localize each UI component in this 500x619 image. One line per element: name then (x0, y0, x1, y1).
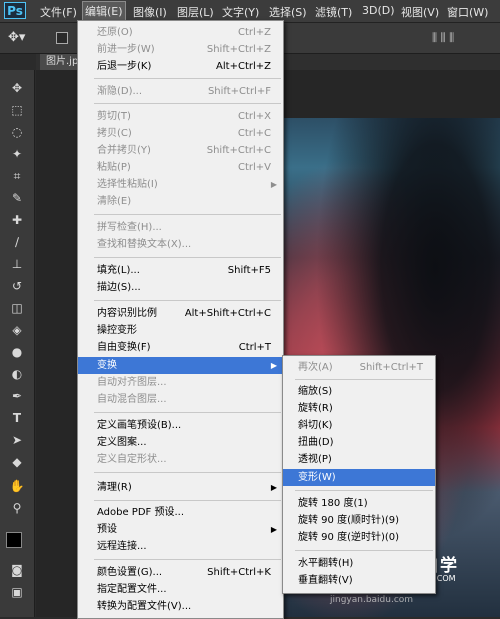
submenu-item-rotate-180[interactable]: 旋转 180 度(1) (283, 495, 435, 512)
submenu-item-flip-horizontal[interactable]: 水平翻转(H) (283, 555, 435, 572)
menu-3d[interactable]: 3D(D) (360, 3, 397, 18)
menu-separator (94, 500, 281, 501)
menu-item-cut[interactable]: 剪切(T) Ctrl+X (78, 108, 283, 125)
eraser-icon[interactable]: ◫ (8, 300, 26, 316)
menu-image[interactable]: 图像(I) (131, 3, 169, 21)
menu-file[interactable]: 文件(F) (38, 3, 79, 21)
submenu-item-distort[interactable]: 扭曲(D) (283, 434, 435, 451)
menu-item-content-aware-scale[interactable]: 内容识别比例 Alt+Shift+Ctrl+C (78, 305, 283, 322)
menu-item-fade[interactable]: 渐隐(D)... Shift+Ctrl+F (78, 83, 283, 100)
zoom-icon[interactable]: ⚲ (8, 500, 26, 516)
menu-item-free-transform[interactable]: 自由变换(F) Ctrl+T (78, 339, 283, 356)
menu-item-paste-special[interactable]: 选择性粘贴(I) ▶ (78, 176, 283, 193)
healing-brush-icon[interactable]: ✚ (8, 212, 26, 228)
lasso-icon[interactable]: ◌ (8, 124, 26, 140)
submenu-arrow-icon: ▶ (270, 525, 277, 534)
menu-window[interactable]: 窗口(W) (445, 3, 490, 21)
menu-layer[interactable]: 图层(L) (175, 3, 216, 21)
type-icon[interactable]: T (8, 410, 26, 426)
menu-separator (295, 379, 433, 380)
submenu-arrow-icon: ▶ (270, 483, 277, 492)
menu-item-transform[interactable]: 变换 ▶ (78, 357, 283, 374)
menu-item-step-backward[interactable]: 后退一步(K) Alt+Ctrl+Z (78, 58, 283, 75)
menu-item-color-settings[interactable]: 颜色设置(G)... Shift+Ctrl+K (78, 564, 283, 581)
submenu-item-rotate-90-cw[interactable]: 旋转 90 度(顺时针)(9) (283, 512, 435, 529)
menu-separator (295, 490, 433, 491)
menu-item-step-forward[interactable]: 前进一步(W) Shift+Ctrl+Z (78, 41, 283, 58)
marquee-icon[interactable]: ⬚ (8, 102, 26, 118)
menu-item-auto-blend-layers[interactable]: 自动混合图层... (78, 391, 283, 408)
toolbox: ✥ ⬚ ◌ ✦ ⌗ ✎ ✚ ∕ ⊥ ↺ ◫ ◈ ● ◐ ✒ T ➤ ◆ ✋ ⚲ … (0, 70, 35, 617)
menu-separator (94, 472, 281, 473)
menu-item-undo[interactable]: 还原(O) Ctrl+Z (78, 24, 283, 41)
menu-separator (94, 559, 281, 560)
align-icons[interactable]: ⫼ ⫼ ⫼ (432, 31, 454, 45)
menu-separator (295, 550, 433, 551)
menu-type[interactable]: 文字(Y) (220, 3, 261, 21)
blur-icon[interactable]: ● (8, 344, 26, 360)
menu-view[interactable]: 视图(V) (399, 3, 441, 21)
menu-item-remote-connections[interactable]: 远程连接... (78, 538, 283, 555)
menu-separator (94, 103, 281, 104)
menu-separator (94, 257, 281, 258)
menu-item-stroke[interactable]: 描边(S)... (78, 279, 283, 296)
dodge-icon[interactable]: ◐ (8, 366, 26, 382)
submenu-item-again[interactable]: 再次(A) Shift+Ctrl+T (283, 359, 435, 376)
screen-mode-icon[interactable]: ▣ (8, 584, 26, 600)
watermark-url-baidu: jingyan.baidu.com (330, 595, 414, 605)
auto-select-checkbox[interactable] (56, 32, 68, 44)
photoshop-logo: Ps (4, 2, 26, 19)
menu-separator (94, 78, 281, 79)
submenu-item-warp[interactable]: 变形(W) (283, 469, 435, 486)
submenu-item-flip-vertical[interactable]: 垂直翻转(V) (283, 572, 435, 589)
menu-item-purge[interactable]: 清理(R) ▶ (78, 479, 283, 496)
menu-item-copy[interactable]: 拷贝(C) Ctrl+C (78, 125, 283, 142)
submenu-item-perspective[interactable]: 透视(P) (283, 451, 435, 468)
menu-select[interactable]: 选择(S) (267, 3, 309, 21)
brush-icon[interactable]: ∕ (8, 234, 26, 250)
menu-item-clear[interactable]: 清除(E) (78, 193, 283, 210)
menu-item-copy-merged[interactable]: 合并拷贝(Y) Shift+Ctrl+C (78, 142, 283, 159)
submenu-item-rotate-90-ccw[interactable]: 旋转 90 度(逆时针)(0) (283, 529, 435, 546)
menu-item-adobe-pdf-presets[interactable]: Adobe PDF 预设... (78, 504, 283, 521)
menu-separator (94, 412, 281, 413)
hand-icon[interactable]: ✋ (8, 478, 26, 494)
menu-item-auto-align-layers[interactable]: 自动对齐图层... (78, 374, 283, 391)
history-brush-icon[interactable]: ↺ (8, 278, 26, 294)
eyedropper-icon[interactable]: ✎ (8, 190, 26, 206)
path-selection-icon[interactable]: ➤ (8, 432, 26, 448)
move-tool-preset-icon[interactable]: ✥▾ (8, 30, 25, 45)
clone-stamp-icon[interactable]: ⊥ (8, 256, 26, 272)
menu-separator (94, 300, 281, 301)
submenu-arrow-icon: ▶ (270, 180, 277, 189)
submenu-item-scale[interactable]: 缩放(S) (283, 383, 435, 400)
menu-item-define-pattern[interactable]: 定义图案... (78, 434, 283, 451)
edit-menu-dropdown: 还原(O) Ctrl+Z 前进一步(W) Shift+Ctrl+Z 后退一步(K) A… (77, 20, 284, 619)
submenu-item-rotate[interactable]: 旋转(R) (283, 400, 435, 417)
menu-item-paste[interactable]: 粘贴(P) Ctrl+V (78, 159, 283, 176)
menu-item-define-custom-shape[interactable]: 定义自定形状... (78, 451, 283, 468)
menu-item-check-spelling[interactable]: 拼写检查(H)... (78, 219, 283, 236)
menu-item-define-brush[interactable]: 定义画笔预设(B)... (78, 417, 283, 434)
paint-bucket-icon[interactable]: ◈ (8, 322, 26, 338)
menu-item-convert-to-profile[interactable]: 转换为配置文件(V)... (78, 598, 283, 615)
menu-item-assign-profile[interactable]: 指定配置文件... (78, 581, 283, 598)
menu-item-puppet-warp[interactable]: 操控变形 (78, 322, 283, 339)
menu-item-find-replace[interactable]: 查找和替换文本(X)... (78, 236, 283, 253)
crop-icon[interactable]: ⌗ (8, 168, 26, 184)
transform-submenu: 再次(A) Shift+Ctrl+T 缩放(S) 旋转(R) 斜切(K) 扭曲(D… (282, 355, 436, 594)
menu-separator (94, 214, 281, 215)
submenu-item-skew[interactable]: 斜切(K) (283, 417, 435, 434)
submenu-arrow-icon: ▶ (270, 361, 277, 370)
shape-icon[interactable]: ◆ (8, 454, 26, 470)
pen-icon[interactable]: ✒ (8, 388, 26, 404)
foreground-color-swatch[interactable] (6, 532, 22, 548)
menu-edit[interactable]: 编辑(E) (82, 1, 126, 21)
magic-wand-icon[interactable]: ✦ (8, 146, 26, 162)
menu-filter[interactable]: 滤镜(T) (313, 3, 354, 21)
quick-mask-icon[interactable]: ◙ (8, 562, 26, 578)
menu-item-presets[interactable]: 预设 ▶ (78, 521, 283, 538)
move-icon[interactable]: ✥ (8, 80, 26, 96)
menu-item-fill[interactable]: 填充(L)... Shift+F5 (78, 262, 283, 279)
